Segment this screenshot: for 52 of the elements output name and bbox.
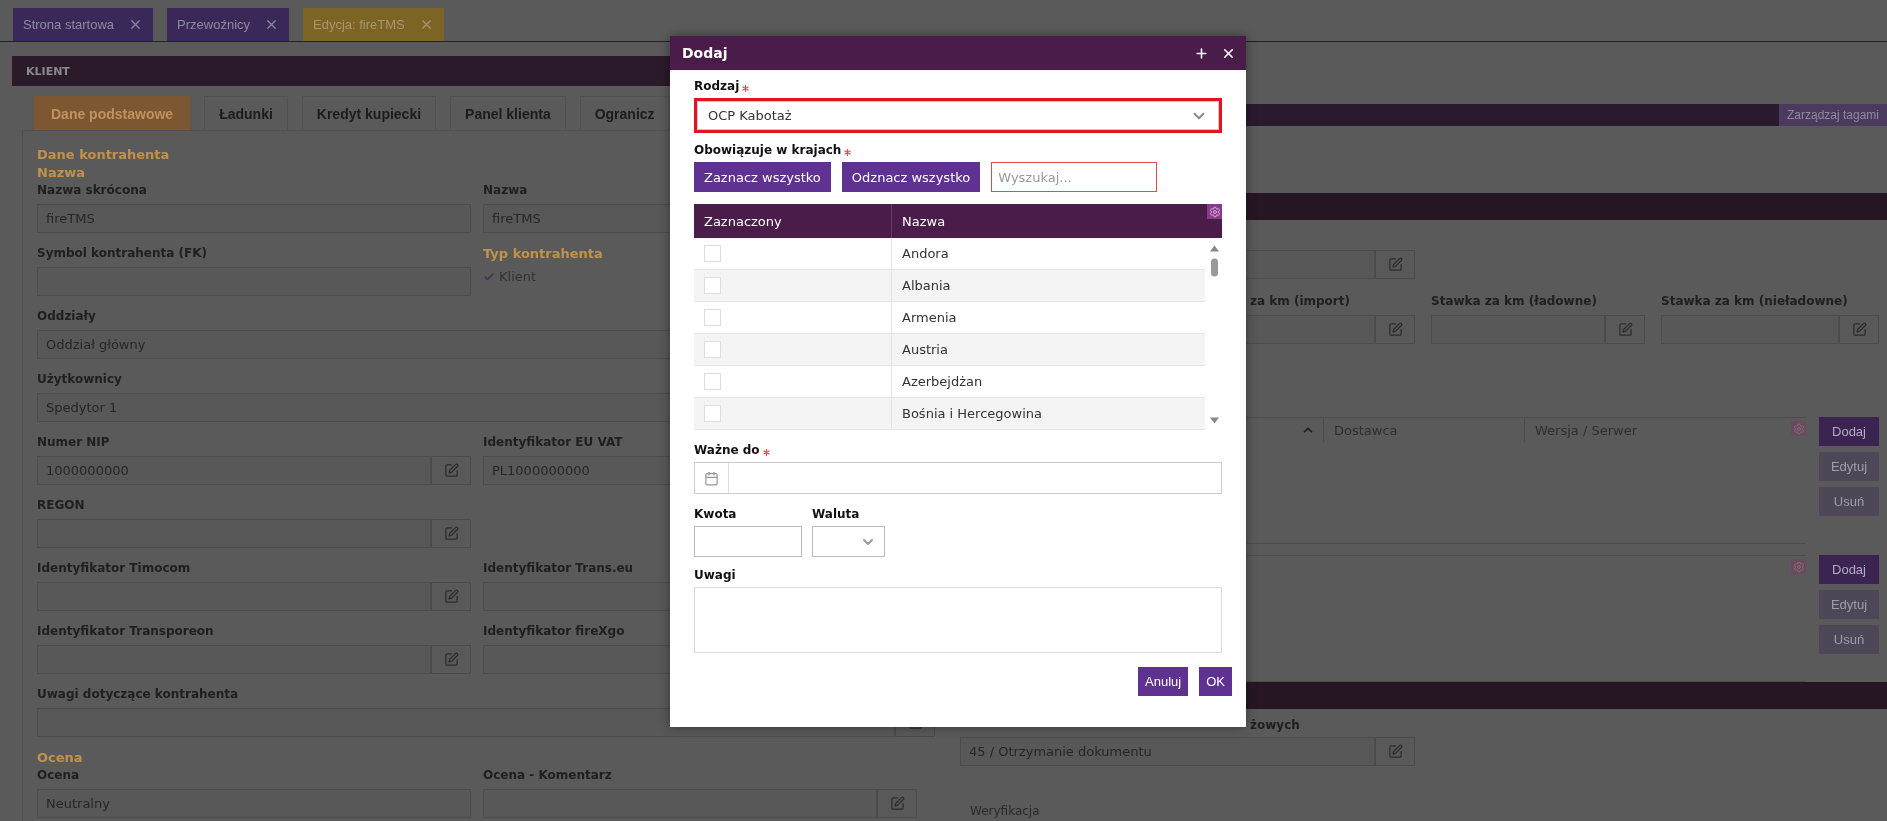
- field-label: Kwota: [694, 506, 737, 522]
- type-select[interactable]: OCP Kabotaż: [697, 101, 1219, 130]
- table-cell: Bośnia i Hercegowina: [891, 398, 1205, 429]
- page-tab[interactable]: Przewoźnicy: [167, 8, 289, 41]
- field-label: REGON: [37, 497, 85, 513]
- field-label: Nazwa skrócona: [37, 182, 147, 198]
- tab[interactable]: Panel klienta: [450, 96, 566, 130]
- page-tab[interactable]: Strona startowa: [13, 8, 154, 41]
- section-heading: Nazwa: [37, 164, 85, 182]
- action-button[interactable]: Dodaj: [1819, 417, 1879, 446]
- search-field[interactable]: Wyszukaj...: [991, 162, 1158, 192]
- tab[interactable]: Ogranicz: [579, 96, 670, 130]
- tab[interactable]: Dane podstawowe: [34, 96, 191, 130]
- deselect-all-button[interactable]: Odznacz wszystko: [841, 162, 981, 192]
- field-label: Uwagi dotyczące kontrahenta: [37, 686, 239, 702]
- tab[interactable]: Kredyt kupiecki: [301, 96, 437, 130]
- field-label: Identyfikator EU VAT: [483, 434, 623, 450]
- field-label: Identyfikator Transporeon: [37, 623, 214, 639]
- table-cell: Andora: [891, 238, 1205, 269]
- field-label: Oddziały: [37, 308, 96, 324]
- field-label: Użytkownicy: [37, 371, 122, 387]
- field-label: Ocena: [37, 767, 80, 783]
- field-label: Stawka za km (ładowne): [1431, 293, 1597, 309]
- field-label: Ważne do: [694, 442, 760, 458]
- field-label: Identyfikator Timocom: [37, 560, 191, 576]
- field-label: Stawka za km (nieładowne): [1661, 293, 1848, 309]
- tab[interactable]: Ładunki: [204, 96, 288, 130]
- field-label: Identyfikator fireXgo: [483, 623, 625, 639]
- field-label: Ocena - Komentarz: [483, 767, 612, 783]
- field-label: Numer NIP: [37, 434, 110, 450]
- select-all-button[interactable]: Zaznacz wszystko: [694, 162, 831, 192]
- section-heading: Ocena: [37, 749, 83, 767]
- field-label: Obowiązuje w krajach: [694, 142, 842, 158]
- table-cell: Albania: [891, 270, 1205, 301]
- field-label: Symbol kontrahenta (FK): [37, 245, 207, 261]
- field-label: Waluta: [812, 506, 860, 522]
- manage-tags-button[interactable]: Zarządzaj tagami: [1778, 104, 1887, 126]
- field-label: Identyfikator Trans.eu: [483, 560, 634, 576]
- field-label: Uwagi: [694, 567, 736, 583]
- dialog-button[interactable]: Anuluj: [1138, 667, 1189, 696]
- page-tab[interactable]: Edycja: fireTMS: [303, 8, 444, 41]
- action-button[interactable]: Dodaj: [1819, 555, 1879, 584]
- field-label: za km (import): [1249, 293, 1350, 309]
- field-label: Nazwa: [483, 182, 528, 198]
- dialog-button[interactable]: OK: [1199, 667, 1232, 696]
- field-label: żowych: [1249, 717, 1300, 733]
- section-heading: Typ kontrahenta: [483, 245, 603, 263]
- table-cell: Armenia: [891, 302, 1205, 333]
- column-header[interactable]: Zaznaczony: [694, 204, 891, 238]
- table-cell: Azerbejdżan: [891, 366, 1205, 397]
- section-heading: Dane kontrahenta: [37, 146, 170, 164]
- table-cell: Austria: [891, 334, 1205, 365]
